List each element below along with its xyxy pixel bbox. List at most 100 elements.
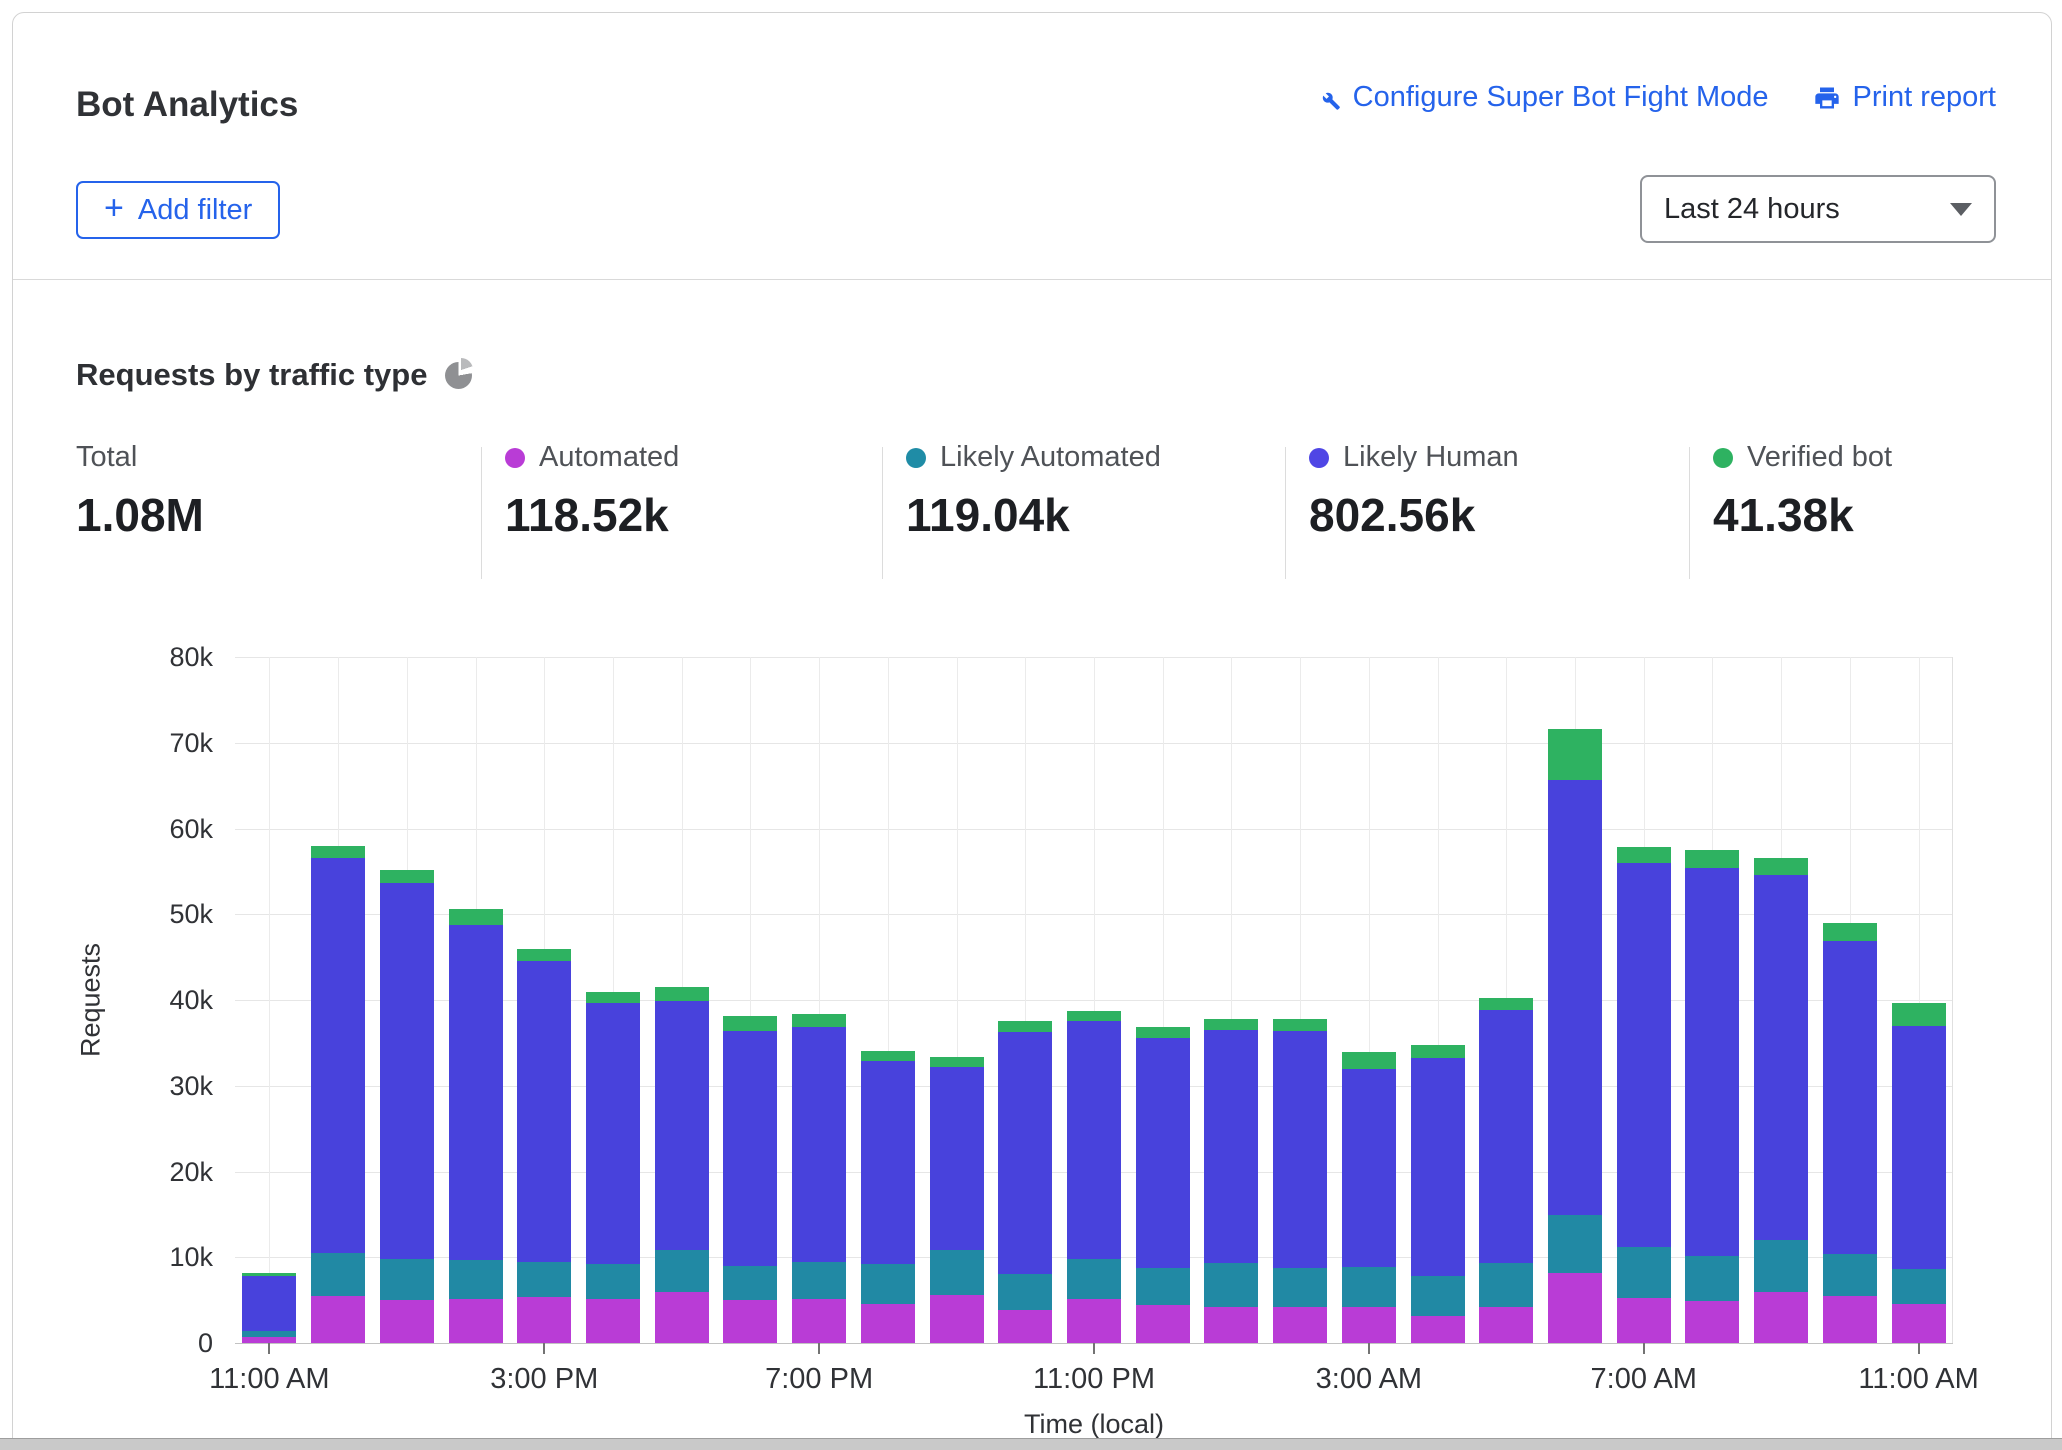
bar-segment-likely-human[interactable] — [1685, 868, 1739, 1256]
bar-segment-verified-bot[interactable] — [242, 1273, 296, 1276]
bar-segment-verified-bot[interactable] — [792, 1014, 846, 1028]
bar-segment-automated[interactable] — [655, 1292, 709, 1343]
bar-segment-likely-automated[interactable] — [930, 1250, 984, 1295]
bar-segment-likely-automated[interactable] — [1411, 1276, 1465, 1316]
bar-segment-likely-automated[interactable] — [517, 1262, 571, 1296]
bar-segment-automated[interactable] — [1548, 1273, 1602, 1343]
bar-segment-likely-human[interactable] — [1754, 875, 1808, 1240]
bar-segment-likely-automated[interactable] — [792, 1262, 846, 1299]
bar-segment-likely-automated[interactable] — [1548, 1215, 1602, 1272]
bar-segment-likely-automated[interactable] — [1273, 1268, 1327, 1307]
bar-segment-automated[interactable] — [311, 1296, 365, 1343]
bar-segment-automated[interactable] — [723, 1300, 777, 1343]
bar-segment-likely-automated[interactable] — [1823, 1254, 1877, 1296]
bar-segment-verified-bot[interactable] — [1685, 850, 1739, 868]
bar-segment-automated[interactable] — [792, 1299, 846, 1343]
bar-segment-likely-automated[interactable] — [1067, 1259, 1121, 1299]
bar-segment-likely-human[interactable] — [380, 883, 434, 1259]
bar-segment-likely-automated[interactable] — [586, 1264, 640, 1299]
bar-segment-verified-bot[interactable] — [1273, 1019, 1327, 1031]
bar-segment-automated[interactable] — [1823, 1296, 1877, 1343]
bar-segment-likely-human[interactable] — [586, 1003, 640, 1264]
bar-segment-verified-bot[interactable] — [380, 870, 434, 884]
bar-segment-likely-automated[interactable] — [1892, 1269, 1946, 1304]
bar-segment-verified-bot[interactable] — [449, 909, 503, 925]
bar-segment-automated[interactable] — [1479, 1307, 1533, 1343]
bar-segment-likely-human[interactable] — [1548, 780, 1602, 1216]
bar-segment-likely-human[interactable] — [1204, 1030, 1258, 1263]
bar-segment-verified-bot[interactable] — [1479, 998, 1533, 1010]
bar-segment-likely-automated[interactable] — [311, 1253, 365, 1296]
bar-segment-automated[interactable] — [930, 1295, 984, 1343]
bar-segment-verified-bot[interactable] — [1067, 1011, 1121, 1022]
bar-segment-likely-human[interactable] — [1479, 1010, 1533, 1263]
stat-likely-automated[interactable]: Likely Automated 119.04k — [906, 441, 1161, 542]
bar-segment-verified-bot[interactable] — [930, 1057, 984, 1066]
bar-segment-verified-bot[interactable] — [998, 1021, 1052, 1032]
bar-segment-automated[interactable] — [1892, 1304, 1946, 1343]
bar-segment-automated[interactable] — [1067, 1299, 1121, 1343]
bar-segment-automated[interactable] — [998, 1310, 1052, 1343]
bar-segment-likely-automated[interactable] — [1204, 1263, 1258, 1307]
bar-segment-automated[interactable] — [1136, 1305, 1190, 1343]
bar-segment-verified-bot[interactable] — [1136, 1027, 1190, 1038]
bar-segment-likely-human[interactable] — [517, 961, 571, 1262]
bar-segment-likely-human[interactable] — [449, 925, 503, 1259]
bar-segment-likely-human[interactable] — [792, 1027, 846, 1262]
bar-segment-likely-automated[interactable] — [723, 1266, 777, 1300]
bar-segment-likely-automated[interactable] — [380, 1259, 434, 1300]
bar-segment-likely-automated[interactable] — [1685, 1256, 1739, 1301]
bar-segment-likely-automated[interactable] — [449, 1260, 503, 1299]
bar-segment-likely-human[interactable] — [1067, 1021, 1121, 1259]
bar-segment-likely-automated[interactable] — [861, 1264, 915, 1304]
bar-segment-likely-automated[interactable] — [1479, 1263, 1533, 1307]
bar-segment-verified-bot[interactable] — [311, 846, 365, 858]
bar-segment-verified-bot[interactable] — [1754, 858, 1808, 875]
bar-segment-verified-bot[interactable] — [1411, 1045, 1465, 1058]
bar-segment-verified-bot[interactable] — [1892, 1003, 1946, 1025]
add-filter-button[interactable]: + Add filter — [76, 181, 280, 239]
bar-segment-automated[interactable] — [861, 1304, 915, 1343]
bar-segment-automated[interactable] — [449, 1299, 503, 1343]
bar-segment-automated[interactable] — [1411, 1316, 1465, 1343]
bar-segment-automated[interactable] — [1273, 1307, 1327, 1343]
bar-segment-likely-automated[interactable] — [1136, 1268, 1190, 1306]
bar-segment-likely-human[interactable] — [655, 1001, 709, 1251]
stat-verified-bot[interactable]: Verified bot 41.38k — [1713, 441, 1892, 542]
bar-segment-verified-bot[interactable] — [1823, 923, 1877, 941]
bar-segment-likely-human[interactable] — [242, 1276, 296, 1331]
bar-segment-automated[interactable] — [1204, 1307, 1258, 1343]
bar-segment-likely-human[interactable] — [998, 1032, 1052, 1274]
bar-segment-verified-bot[interactable] — [861, 1051, 915, 1061]
bar-segment-automated[interactable] — [1754, 1292, 1808, 1343]
bar-segment-automated[interactable] — [517, 1297, 571, 1343]
bar-segment-verified-bot[interactable] — [517, 949, 571, 961]
time-range-select[interactable]: Last 24 hours — [1640, 175, 1996, 243]
bar-segment-verified-bot[interactable] — [1342, 1052, 1396, 1068]
bar-segment-verified-bot[interactable] — [1204, 1019, 1258, 1030]
bar-segment-likely-automated[interactable] — [1342, 1267, 1396, 1307]
bar-segment-automated[interactable] — [586, 1299, 640, 1343]
stat-likely-human[interactable]: Likely Human 802.56k — [1309, 441, 1519, 542]
bar-segment-likely-human[interactable] — [1136, 1038, 1190, 1268]
bar-segment-likely-human[interactable] — [1342, 1069, 1396, 1267]
bar-segment-likely-human[interactable] — [930, 1067, 984, 1251]
bar-segment-verified-bot[interactable] — [655, 987, 709, 1001]
bar-segment-verified-bot[interactable] — [1617, 847, 1671, 862]
bar-segment-verified-bot[interactable] — [1548, 729, 1602, 780]
bar-segment-likely-human[interactable] — [1892, 1026, 1946, 1270]
bar-segment-likely-human[interactable] — [1273, 1031, 1327, 1269]
print-report-link[interactable]: Print report — [1813, 81, 1996, 114]
bar-segment-likely-automated[interactable] — [1754, 1240, 1808, 1291]
bar-segment-verified-bot[interactable] — [723, 1016, 777, 1031]
bar-segment-likely-human[interactable] — [861, 1061, 915, 1264]
bar-segment-likely-human[interactable] — [1617, 863, 1671, 1247]
bottom-scroll-strip[interactable] — [0, 1438, 2062, 1450]
bar-segment-automated[interactable] — [1342, 1307, 1396, 1343]
bar-segment-automated[interactable] — [380, 1300, 434, 1343]
bar-segment-verified-bot[interactable] — [586, 992, 640, 1003]
bar-segment-automated[interactable] — [1617, 1298, 1671, 1343]
configure-super-bot-fight-mode-link[interactable]: Configure Super Bot Fight Mode — [1313, 81, 1769, 114]
bar-segment-likely-automated[interactable] — [655, 1250, 709, 1291]
bar-segment-automated[interactable] — [1685, 1301, 1739, 1343]
